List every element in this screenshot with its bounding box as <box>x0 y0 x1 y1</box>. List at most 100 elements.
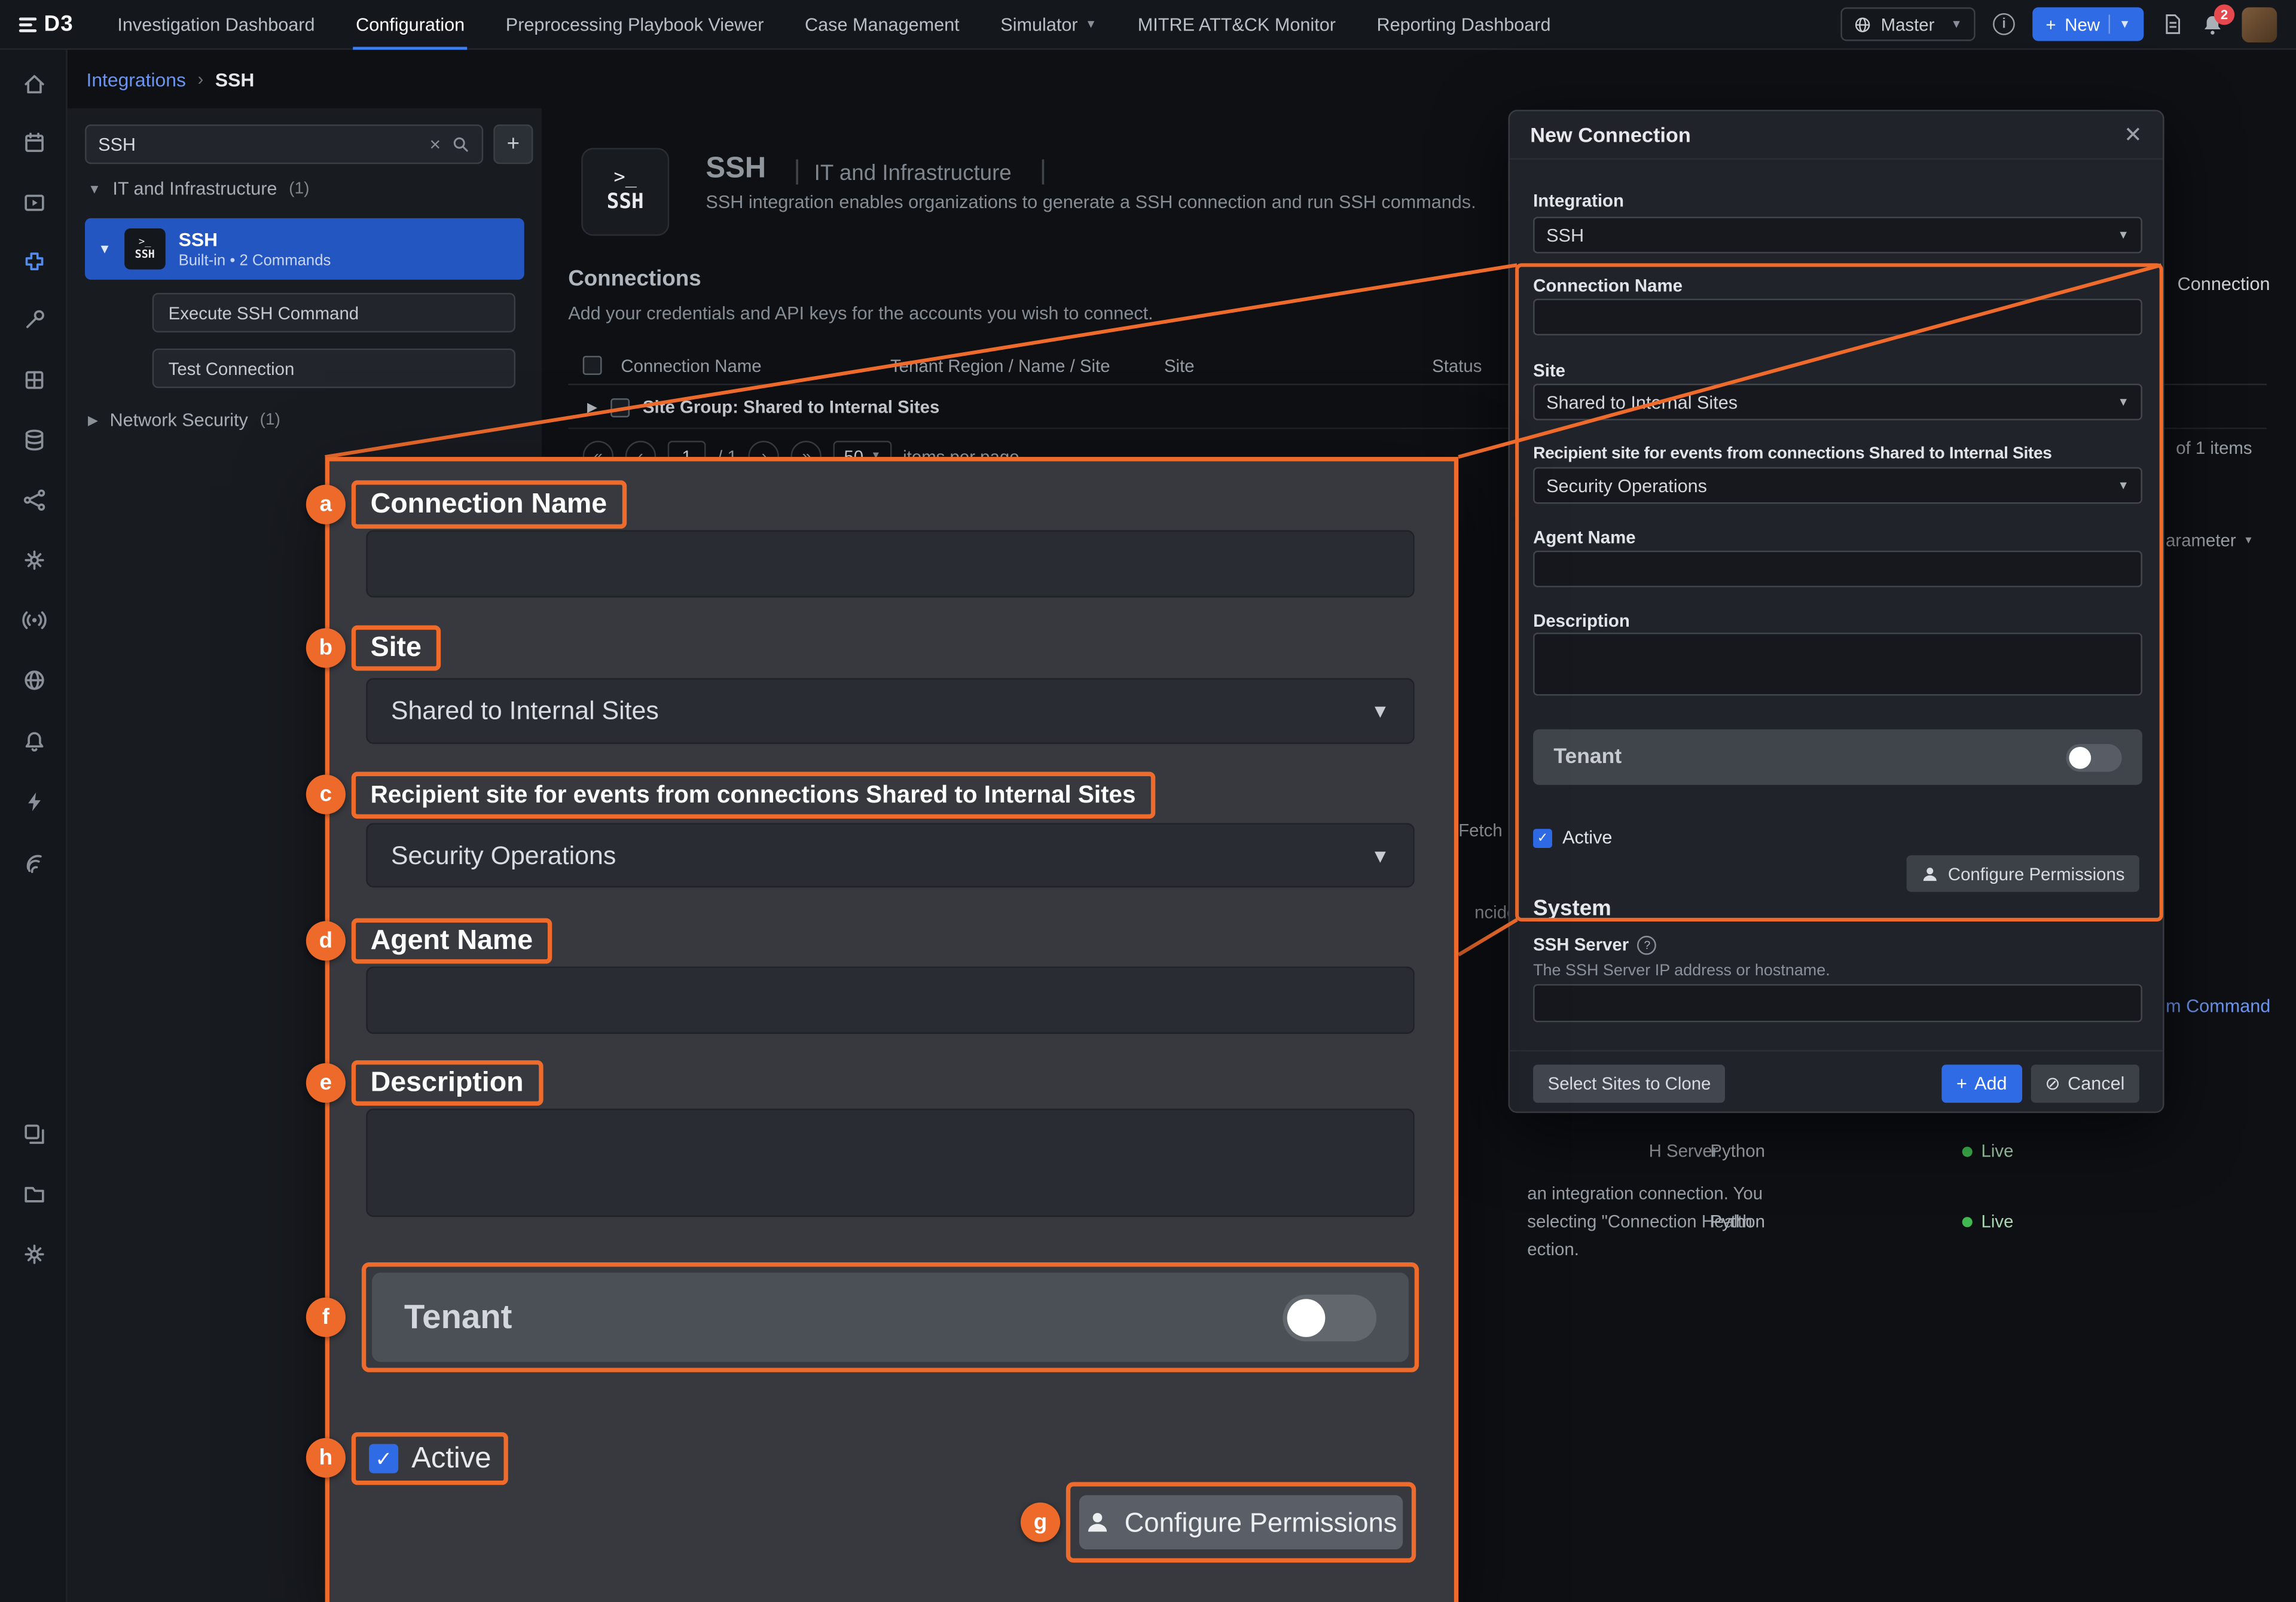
search-icon[interactable] <box>451 135 470 154</box>
info-icon[interactable]: i <box>1993 13 2015 35</box>
signal-icon[interactable] <box>0 594 68 644</box>
alerts-icon[interactable] <box>0 716 68 766</box>
nav-investigation-dashboard[interactable]: Investigation Dashboard <box>97 0 335 49</box>
page-title: SSH <box>706 152 767 185</box>
automation-icon[interactable] <box>0 776 68 826</box>
nav-simulator[interactable]: Simulator ▼ <box>980 0 1118 49</box>
logo-text: D3 <box>44 11 74 37</box>
modal-header: New Connection ✕ <box>1509 111 2163 160</box>
site-group-label: Site Group: Shared to Internal Sites <box>642 396 940 417</box>
group-it-and-infrastructure[interactable]: ▼ IT and Infrastructure (1) <box>88 179 310 199</box>
tenant-toggle[interactable] <box>2066 743 2122 771</box>
fingerprint-icon[interactable] <box>0 836 68 886</box>
fragment-new-connection-button[interactable]: Connection <box>2178 274 2270 294</box>
connection-name-input[interactable] <box>366 530 1415 598</box>
nav-configuration[interactable]: Configuration <box>335 0 486 50</box>
tenant-label: Tenant <box>404 1297 512 1336</box>
nav-reporting-dashboard[interactable]: Reporting Dashboard <box>1356 0 1571 49</box>
topnav-right: Master ▼ i + New ▼ 2 <box>1841 4 2296 42</box>
badge-f: f <box>306 1297 346 1337</box>
ssh-server-input[interactable] <box>1533 984 2142 1023</box>
connection-name-label: Connection Name <box>1533 275 1683 296</box>
cancel-button[interactable]: ⊘ Cancel <box>2030 1064 2139 1102</box>
search-input[interactable] <box>98 134 420 155</box>
preferences-gear-icon[interactable] <box>0 1229 68 1278</box>
integration-item-ssh[interactable]: ▼ >_ SSH SSH Built-in • 2 Commands <box>85 218 524 280</box>
integrations-icon[interactable] <box>0 236 68 285</box>
command-test-connection[interactable]: Test Connection <box>152 348 516 388</box>
close-icon[interactable]: ✕ <box>2124 121 2142 148</box>
configure-permissions-button[interactable]: Configure Permissions <box>1907 855 2139 892</box>
tenant-toggle[interactable] <box>1283 1293 1377 1341</box>
configure-permissions-highlight: Configure Permissions <box>1065 1482 1416 1563</box>
description-textarea[interactable] <box>366 1108 1415 1217</box>
person-icon <box>1922 865 1939 882</box>
add-button[interactable]: + Add <box>1941 1064 2022 1102</box>
row-checkbox[interactable] <box>610 397 630 417</box>
description-textarea[interactable] <box>1533 632 2142 696</box>
person-icon <box>1088 1513 1107 1532</box>
select-all-checkbox[interactable] <box>582 355 602 374</box>
toggle-knob <box>2069 746 2092 768</box>
active-label: Active <box>1562 827 1613 848</box>
tenant-row: Tenant <box>1533 729 2142 785</box>
system-section-heading: System <box>1533 896 1611 921</box>
help-icon[interactable]: ? <box>1637 935 1657 954</box>
settings-gear-icon[interactable] <box>0 535 68 584</box>
col-tenant-region: Tenant Region / Name / Site <box>890 356 1110 377</box>
web-icon[interactable] <box>0 655 68 704</box>
connections-icon[interactable] <box>0 474 68 524</box>
agent-name-input[interactable] <box>366 966 1415 1034</box>
files-folder-icon[interactable] <box>0 1168 68 1218</box>
recipient-site-select[interactable]: Security Operations ▼ <box>1533 467 2142 504</box>
clear-search-icon[interactable]: × <box>430 135 441 154</box>
configure-permissions-button[interactable]: Configure Permissions <box>1079 1495 1403 1550</box>
master-site-selector[interactable]: Master ▼ <box>1841 7 1976 41</box>
button-divider <box>2108 14 2111 34</box>
connection-name-input[interactable] <box>1533 298 2142 335</box>
site-select[interactable]: Shared to Internal Sites ▼ <box>1533 383 2142 420</box>
chevron-down-icon: ▼ <box>2243 535 2254 546</box>
command-execute-ssh[interactable]: Execute SSH Command <box>152 292 516 332</box>
ssh-terminal-icon: >_ SSH <box>124 228 166 270</box>
select-sites-to-clone-button[interactable]: Select Sites to Clone <box>1533 1064 1726 1102</box>
copy-icon[interactable] <box>0 1109 68 1158</box>
agent-name-input[interactable] <box>1533 550 2142 588</box>
recipient-site-select[interactable]: Security Operations ▼ <box>366 823 1415 888</box>
active-checkbox[interactable]: ✓ <box>369 1444 399 1473</box>
user-avatar[interactable] <box>2242 7 2277 42</box>
group-network-security[interactable]: ▶ Network Security (1) <box>88 410 280 431</box>
breadcrumb: Integrations › SSH <box>68 50 254 108</box>
nav-preprocessing-playbook-viewer[interactable]: Preprocessing Playbook Viewer <box>485 0 784 49</box>
expand-arrow-icon[interactable]: ▶ <box>587 399 597 415</box>
breadcrumb-integrations[interactable]: Integrations <box>86 68 185 90</box>
home-icon[interactable] <box>0 59 68 108</box>
document-icon[interactable] <box>2161 13 2184 35</box>
description-label: Description <box>1533 611 1630 631</box>
chevron-down-icon: ▼ <box>2117 478 2129 492</box>
tenant-row-highlight: Tenant <box>361 1262 1419 1372</box>
chevron-right-icon: ▶ <box>87 412 98 427</box>
nav-case-management[interactable]: Case Management <box>784 0 980 49</box>
chevron-down-icon: ▼ <box>1085 17 1097 31</box>
chevron-down-icon: ▼ <box>1370 844 1390 866</box>
active-checkbox[interactable]: ✓ <box>1533 828 1552 847</box>
new-button[interactable]: + New ▼ <box>2032 7 2144 41</box>
notifications-bell-icon[interactable]: 2 <box>2201 4 2235 36</box>
tools-icon[interactable] <box>0 294 68 344</box>
data-icon[interactable] <box>0 414 68 464</box>
site-select[interactable]: Shared to Internal Sites ▼ <box>366 678 1415 744</box>
plus-icon: + <box>2045 14 2056 35</box>
fragment-command-link[interactable]: m Command <box>2166 996 2270 1016</box>
integration-select[interactable]: SSH ▼ <box>1533 216 2142 254</box>
notification-count-badge: 2 <box>2213 4 2235 25</box>
recipient-site-label: Recipient site for events from connectio… <box>1533 445 2052 463</box>
d3-logo[interactable]: D3 <box>0 11 97 37</box>
apps-icon[interactable] <box>0 355 68 404</box>
chevron-down-icon: ▼ <box>2117 228 2129 242</box>
nav-mitre-attack-monitor[interactable]: MITRE ATT&CK Monitor <box>1118 0 1357 49</box>
calendar-icon[interactable] <box>0 117 68 167</box>
media-icon[interactable] <box>0 177 68 227</box>
add-integration-button[interactable]: + <box>493 124 533 164</box>
site-label: Site <box>1533 360 1566 381</box>
